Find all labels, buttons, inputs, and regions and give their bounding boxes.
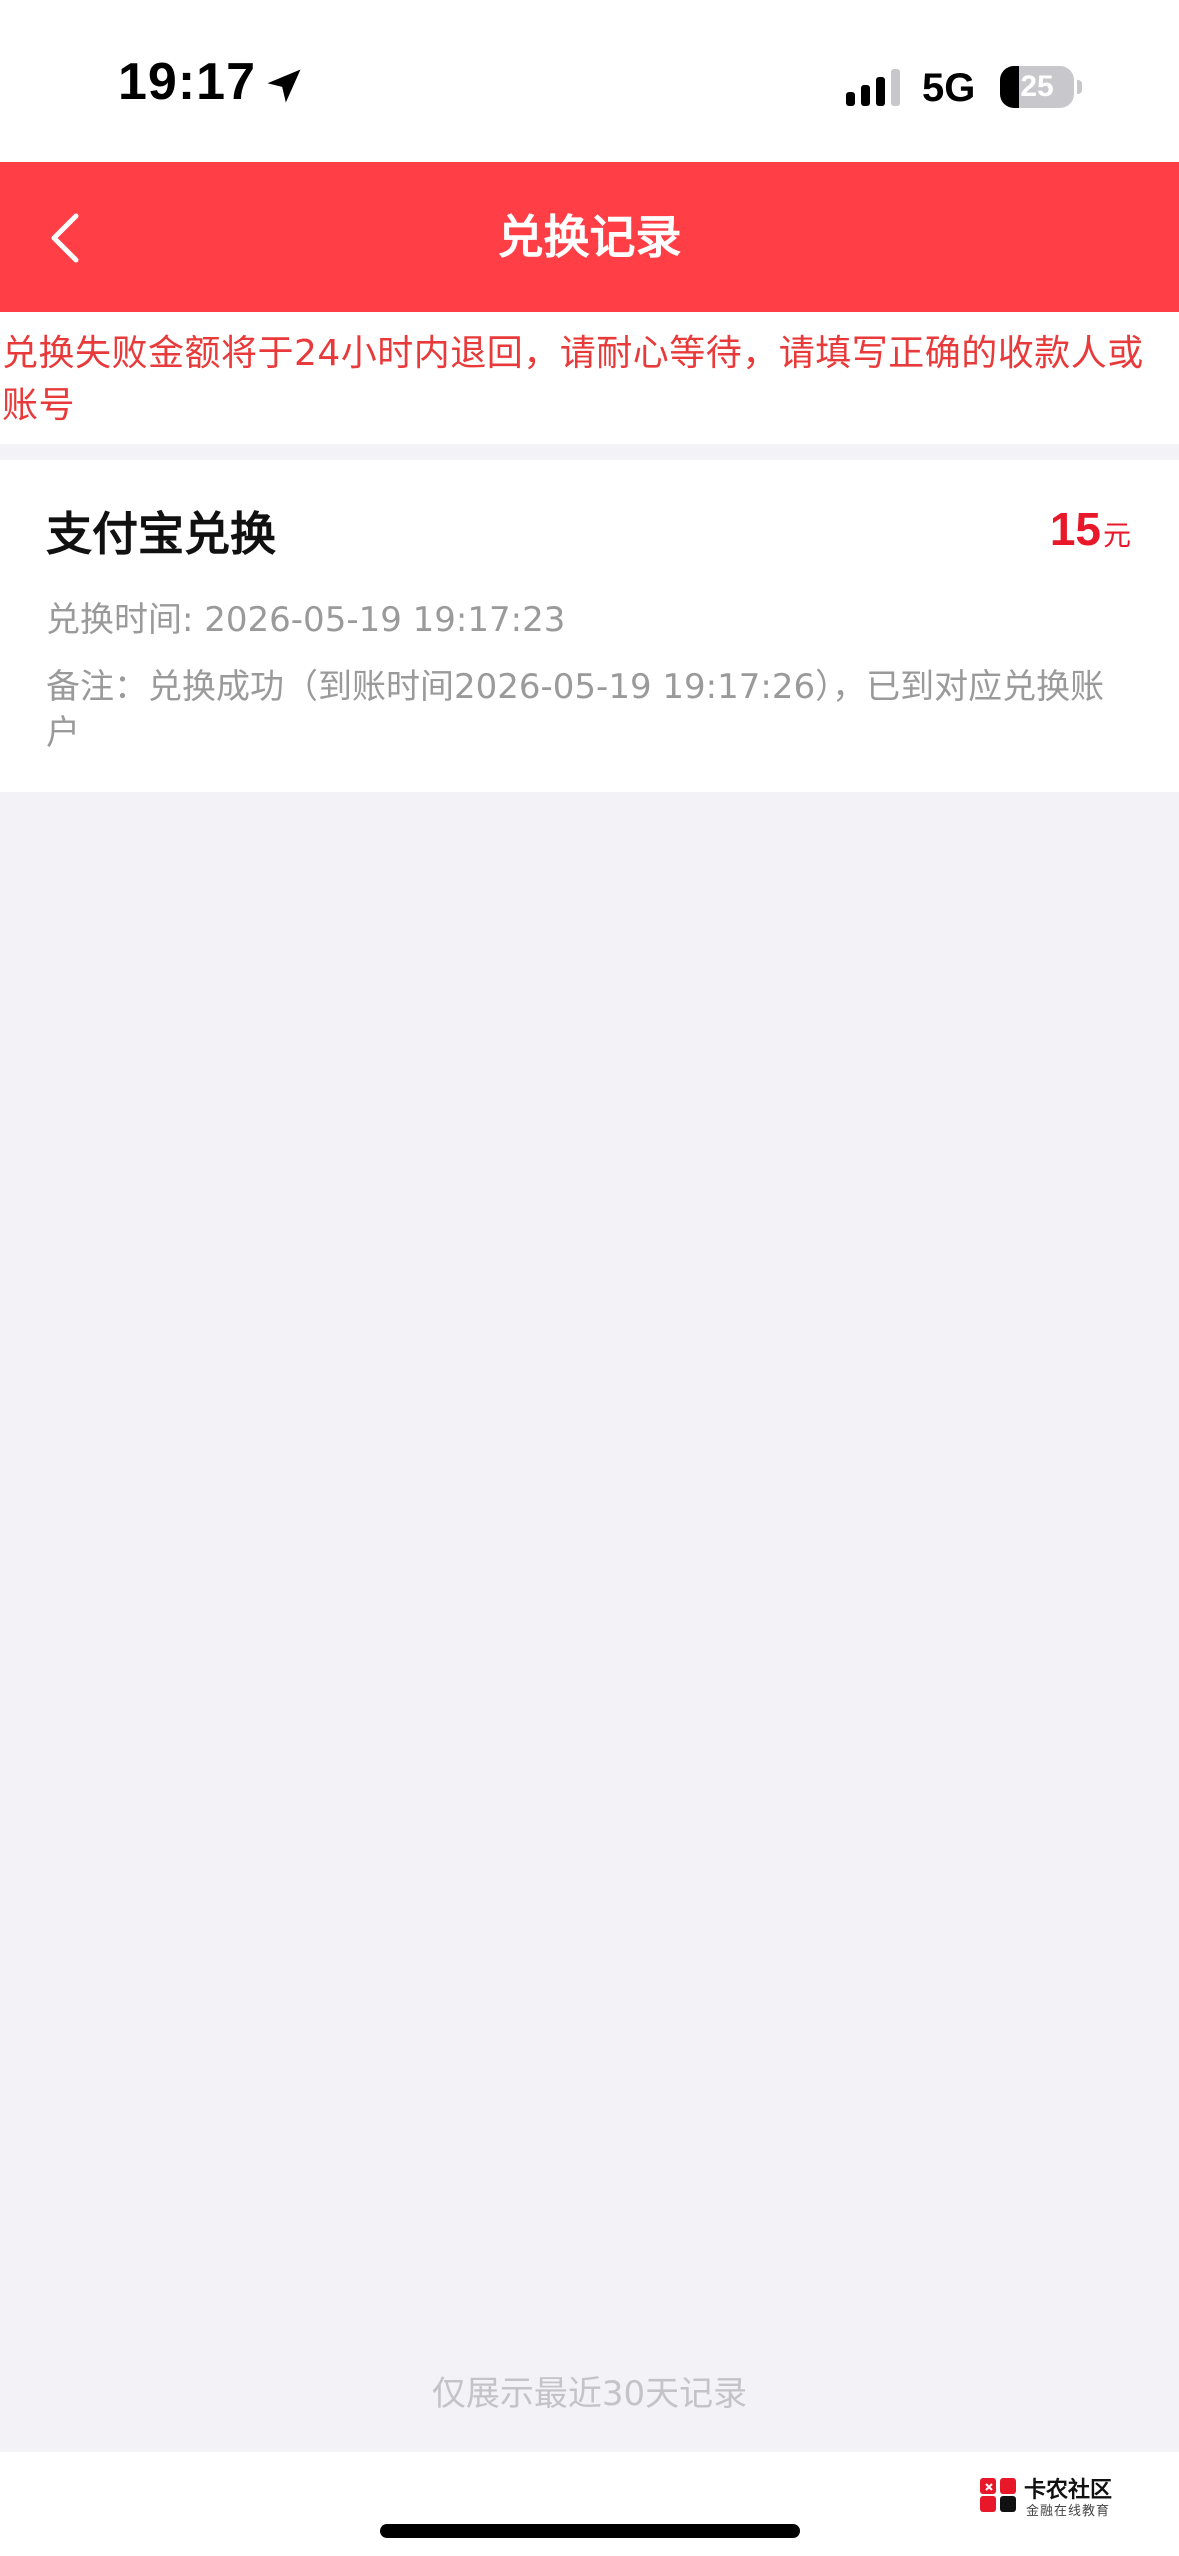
battery-level: 25 bbox=[1020, 70, 1054, 103]
record-title: 支付宝兑换 bbox=[46, 507, 276, 561]
page: 19:17 5G 25 兑换记录 兑换失败金额将于24小时内退回，请耐心等待，请… bbox=[0, 0, 1179, 2556]
refund-notice: 兑换失败金额将于24小时内退回，请耐心等待，请填写正确的收款人或账号 bbox=[0, 312, 1179, 444]
battery-icon: 25 bbox=[1000, 66, 1082, 108]
back-button[interactable] bbox=[30, 198, 110, 278]
status-bar: 19:17 5G 25 bbox=[0, 0, 1179, 162]
record-amount: 15元 bbox=[1050, 502, 1131, 556]
page-title: 兑换记录 bbox=[497, 210, 682, 264]
record-time: 兑换时间: 2026-05-19 19:17:23 bbox=[46, 600, 566, 640]
footer-hint: 仅展示最近30天记录 bbox=[431, 2374, 748, 2414]
record-note: 备注：兑换成功（到账时间2026-05-19 19:17:26），已到对应兑换账… bbox=[46, 667, 1105, 753]
watermark-subtitle: 金融在线教育 bbox=[1026, 2504, 1111, 2519]
battery-cap bbox=[1077, 80, 1082, 94]
nav-bar: 兑换记录 bbox=[0, 162, 1179, 312]
cellular-signal-icon bbox=[846, 69, 900, 106]
exchange-record-item[interactable]: 支付宝兑换 15元 兑换时间: 2026-05-19 19:17:23 备注：兑… bbox=[0, 460, 1179, 792]
status-time: 19:17 bbox=[118, 53, 256, 111]
watermark: 卡农社区 金融在线教育 bbox=[978, 2472, 1168, 2522]
amount-value: 15 bbox=[1049, 503, 1101, 555]
notice-text: 兑换失败金额将于24小时内退回，请耐心等待，请填写正确的收款人或账号 bbox=[2, 333, 1144, 426]
amount-unit: 元 bbox=[1102, 519, 1131, 552]
home-indicator[interactable] bbox=[380, 2524, 800, 2538]
bottom-area: 卡农社区 金融在线教育 bbox=[0, 2452, 1179, 2556]
network-type-label: 5G bbox=[922, 66, 976, 110]
watermark-logo-icon bbox=[980, 2478, 1016, 2512]
location-arrow-icon bbox=[267, 69, 301, 103]
chevron-left-icon bbox=[51, 213, 79, 263]
